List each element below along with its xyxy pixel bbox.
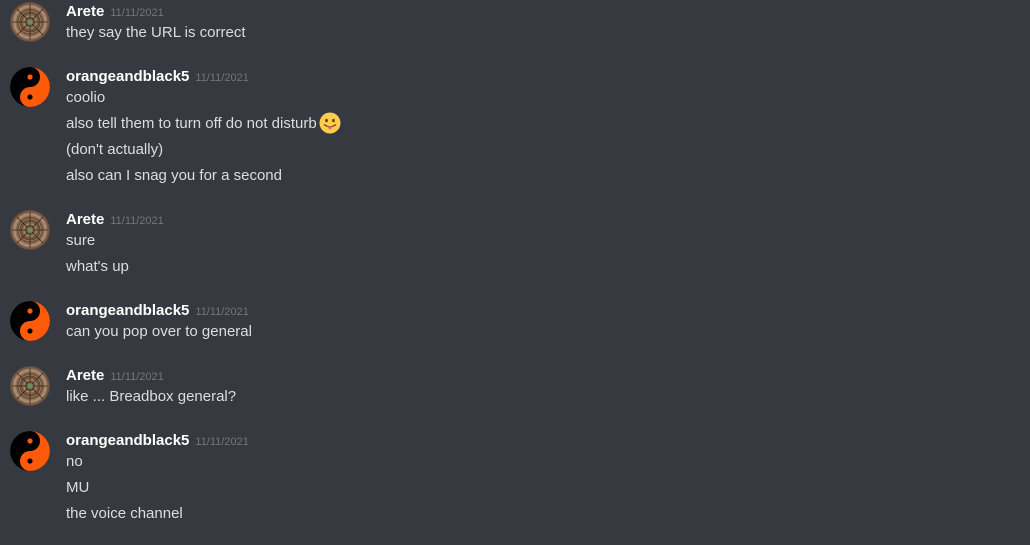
timestamp: 11/11/2021 — [195, 306, 249, 318]
chat-message-list: Arete 11/11/2021 they say the URL is corr… — [0, 0, 1030, 545]
message-header: Arete 11/11/2021 — [66, 2, 164, 22]
message-text: they say the URL is correct — [66, 24, 246, 41]
username[interactable]: Arete — [66, 3, 104, 20]
yin-yang-avatar-icon[interactable] — [10, 67, 50, 107]
tongue-out-emoji-icon — [319, 112, 341, 134]
timestamp: 11/11/2021 — [195, 436, 249, 448]
mandala-avatar-icon[interactable] — [10, 2, 50, 42]
message-text: sure — [66, 232, 96, 249]
timestamp: 11/11/2021 — [110, 371, 164, 383]
message-text: (don't actually) — [66, 141, 164, 158]
message-text: the voice channel — [66, 505, 183, 522]
message-text: also tell them to turn off do not distur… — [66, 115, 317, 132]
message-header: orangeandblack5 11/11/2021 — [66, 431, 249, 451]
yin-yang-avatar-icon[interactable] — [10, 431, 50, 471]
message-text: like ... Breadbox general? — [66, 388, 237, 405]
message-line-with-emoji: also tell them to turn off do not distur… — [66, 114, 341, 134]
timestamp: 11/11/2021 — [110, 7, 164, 19]
message-header: orangeandblack5 11/11/2021 — [66, 301, 249, 321]
timestamp: 11/11/2021 — [195, 72, 249, 84]
mandala-avatar-icon[interactable] — [10, 210, 50, 250]
mandala-avatar-icon[interactable] — [10, 366, 50, 406]
message-text: what's up — [66, 258, 129, 275]
username[interactable]: Arete — [66, 211, 104, 228]
message-text: coolio — [66, 89, 106, 106]
username[interactable]: orangeandblack5 — [66, 68, 189, 85]
message-header: Arete 11/11/2021 — [66, 210, 164, 230]
timestamp: 11/11/2021 — [110, 215, 164, 227]
username[interactable]: orangeandblack5 — [66, 302, 189, 319]
username[interactable]: orangeandblack5 — [66, 432, 189, 449]
message-header: orangeandblack5 11/11/2021 — [66, 67, 249, 87]
message-text: MU — [66, 479, 90, 496]
username[interactable]: Arete — [66, 367, 104, 384]
message-header: Arete 11/11/2021 — [66, 366, 164, 386]
message-text: no — [66, 453, 83, 470]
message-text: also can I snag you for a second — [66, 167, 282, 184]
yin-yang-avatar-icon[interactable] — [10, 301, 50, 341]
message-text: can you pop over to general — [66, 323, 252, 340]
